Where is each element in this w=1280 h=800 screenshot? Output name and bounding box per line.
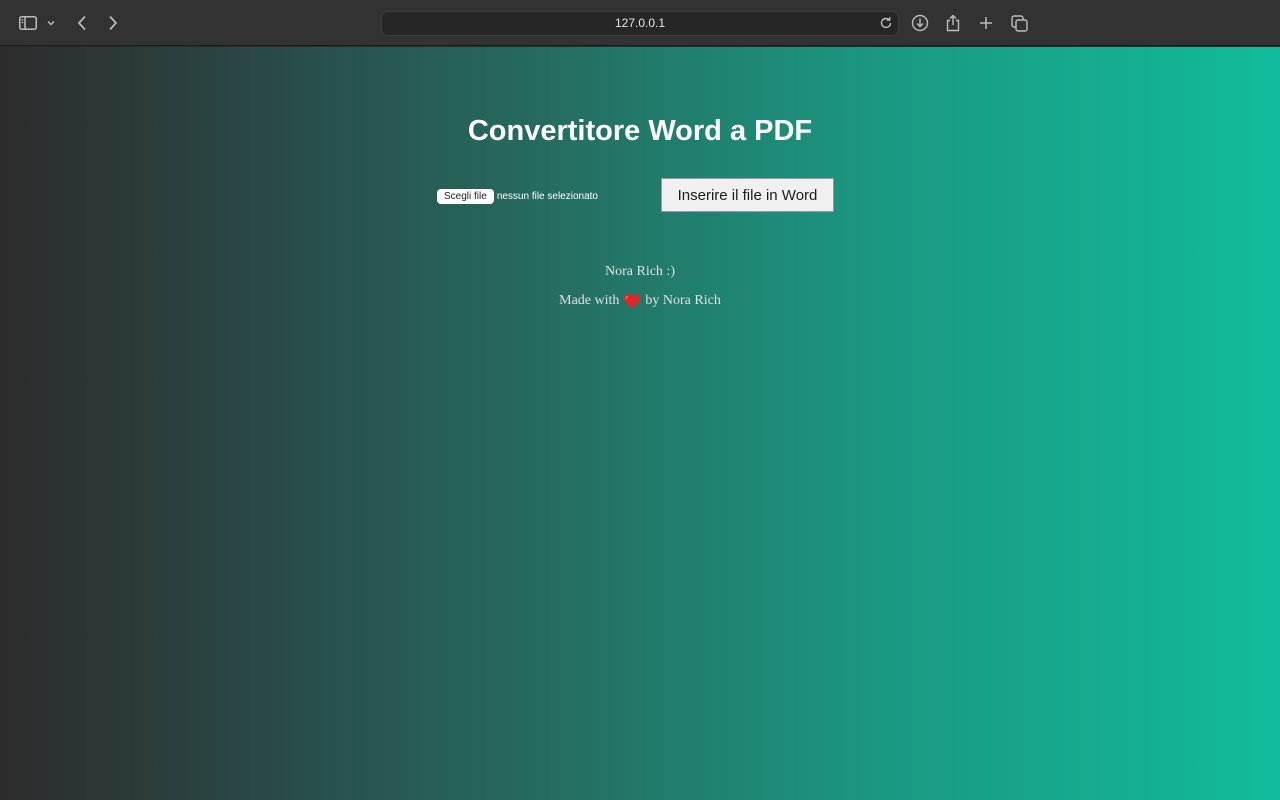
page-title: Convertitore Word a PDF — [467, 115, 813, 147]
file-status-text: nessun file selezionato — [496, 191, 598, 202]
sidebar-icon[interactable] — [17, 11, 39, 35]
page-content: Convertitore Word a PDF Scegli file ness… — [0, 47, 1280, 800]
address-bar[interactable]: 127.0.0.1 — [381, 11, 899, 36]
convert-submit-button[interactable]: Inserire il file in Word — [661, 178, 834, 212]
back-icon[interactable] — [73, 11, 91, 35]
tabs-icon[interactable] — [1008, 11, 1030, 35]
download-icon[interactable] — [909, 11, 931, 35]
made-with-suffix: by Nora Rich — [645, 293, 721, 308]
footer-name-line: Nora Rich :) — [605, 264, 675, 279]
share-icon[interactable] — [942, 11, 964, 35]
url-text[interactable]: 127.0.0.1 — [382, 12, 898, 35]
plus-icon[interactable] — [975, 11, 997, 35]
forward-icon[interactable] — [104, 11, 122, 35]
choose-file-button[interactable]: Scegli file — [437, 189, 494, 204]
footer-made-with: Made with by Nora Rich — [0, 293, 1280, 309]
made-with-prefix: Made with — [559, 293, 620, 308]
file-input[interactable]: Scegli file nessun file selezionato — [437, 189, 598, 204]
heart-icon — [623, 293, 641, 309]
browser-toolbar: 127.0.0.1 — [0, 0, 1280, 46]
reload-icon[interactable] — [879, 16, 893, 30]
chevron-down-icon[interactable] — [45, 11, 57, 35]
